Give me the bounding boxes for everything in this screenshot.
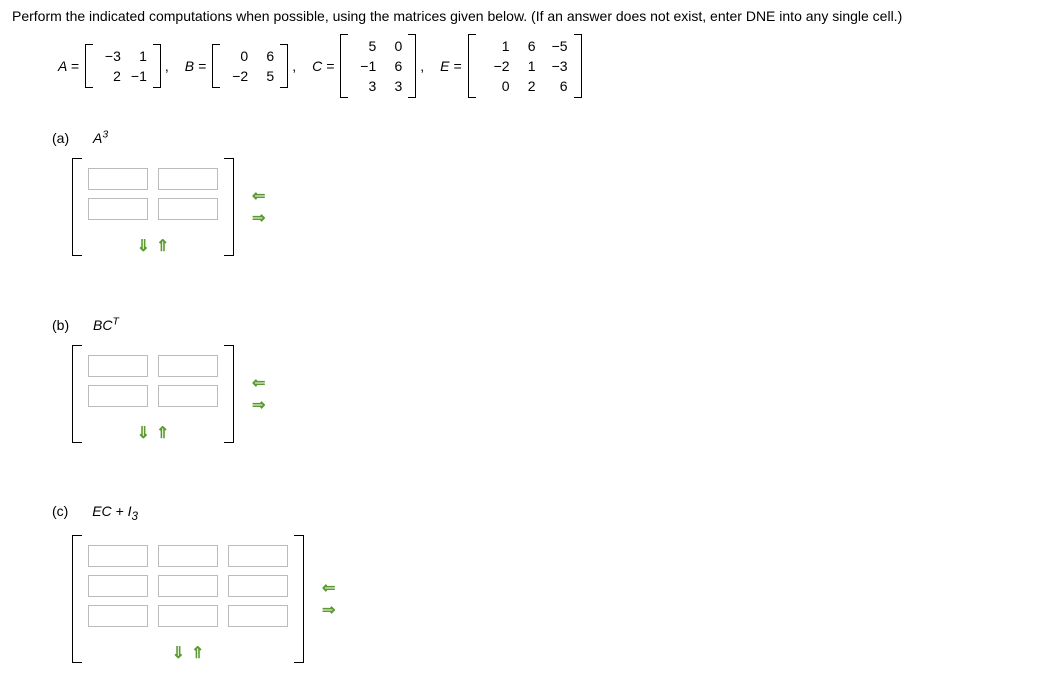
answer-grid-c [82,535,294,637]
part-a: (a) A3 ⇓ ⇑ ⇐ ⇒ [52,128,1030,256]
matrix-definitions: A = −3 1 2 −1 , B = 0 6 −2 5 [52,34,1030,98]
bracket-right [294,535,304,663]
answer-cell[interactable] [158,198,218,220]
remove-col-icon[interactable]: ⇐ [252,373,265,393]
matrix-cell: 1 [123,46,149,66]
matrix-c: 5 0 −1 6 3 3 [340,34,416,98]
matrix-cell: 0 [224,46,250,66]
matrix-cell: −3 [538,56,570,76]
part-c-expression: EC + I3 [92,503,138,519]
part-b-expression: BCT [93,317,119,333]
matrix-a-label: A = [58,58,79,74]
instruction-text: Perform the indicated computations when … [12,8,1030,24]
part-c: (c) EC + I3 [52,503,1030,663]
part-b: (b) BCT ⇓ ⇑ ⇐ ⇒ [52,316,1030,444]
answer-cell[interactable] [158,355,218,377]
remove-row-icon[interactable]: ⇓ [137,236,150,256]
answer-cell[interactable] [88,198,148,220]
add-col-icon[interactable]: ⇒ [322,600,335,620]
add-row-icon[interactable]: ⇑ [156,423,169,443]
bracket-left [72,158,82,256]
answer-cell[interactable] [88,168,148,190]
separator: , [165,58,169,74]
part-c-label: (c) [52,503,68,519]
matrix-b-label: B = [185,58,206,74]
matrix-e-label: E = [440,58,461,74]
answer-cell[interactable] [88,575,148,597]
answer-cell[interactable] [228,605,288,627]
answer-cell[interactable] [158,168,218,190]
matrix-cell: 3 [352,76,378,96]
add-row-icon[interactable]: ⇑ [191,643,204,663]
bracket-left [72,345,82,443]
separator: , [420,58,424,74]
answer-grid-a [82,158,224,230]
add-col-icon[interactable]: ⇒ [252,208,265,228]
matrix-cell: 6 [538,76,570,96]
matrix-c-label: C = [312,58,334,74]
answer-cell[interactable] [88,385,148,407]
matrix-cell: −5 [538,36,570,56]
matrix-cell: 2 [512,76,538,96]
matrix-cell: −3 [97,46,123,66]
part-a-expression: A3 [93,130,108,146]
answer-cell[interactable] [158,605,218,627]
matrix-cell: 5 [250,66,276,86]
matrix-a: −3 1 2 −1 [85,44,161,88]
answer-cell[interactable] [158,545,218,567]
add-row-icon[interactable]: ⇑ [156,236,169,256]
remove-row-icon[interactable]: ⇓ [172,643,185,663]
remove-col-icon[interactable]: ⇐ [252,186,265,206]
answer-cell[interactable] [88,605,148,627]
answer-cell[interactable] [228,545,288,567]
matrix-e: 1 6 −5 −2 1 −3 0 2 6 [468,34,582,98]
matrix-b: 0 6 −2 5 [212,44,288,88]
matrix-cell: −2 [224,66,250,86]
matrix-cell: −2 [480,56,512,76]
matrix-cell: 1 [512,56,538,76]
part-b-label: (b) [52,317,69,333]
matrix-cell: 2 [97,66,123,86]
add-col-icon[interactable]: ⇒ [252,395,265,415]
matrix-cell: 1 [480,36,512,56]
remove-col-icon[interactable]: ⇐ [322,578,335,598]
matrix-cell: 6 [378,56,404,76]
answer-cell[interactable] [88,355,148,377]
bracket-left [72,535,82,663]
matrix-cell: 5 [352,36,378,56]
matrix-cell: −1 [123,66,149,86]
matrix-cell: 3 [378,76,404,96]
answer-cell[interactable] [88,545,148,567]
matrix-cell: 6 [250,46,276,66]
matrix-cell: 0 [378,36,404,56]
answer-cell[interactable] [158,385,218,407]
matrix-cell: −1 [352,56,378,76]
remove-row-icon[interactable]: ⇓ [137,423,150,443]
answer-cell[interactable] [228,575,288,597]
separator: , [292,58,296,74]
bracket-right [224,158,234,256]
matrix-cell: 0 [480,76,512,96]
bracket-right [224,345,234,443]
answer-cell[interactable] [158,575,218,597]
part-a-label: (a) [52,130,69,146]
answer-grid-b [82,345,224,417]
matrix-cell: 6 [512,36,538,56]
